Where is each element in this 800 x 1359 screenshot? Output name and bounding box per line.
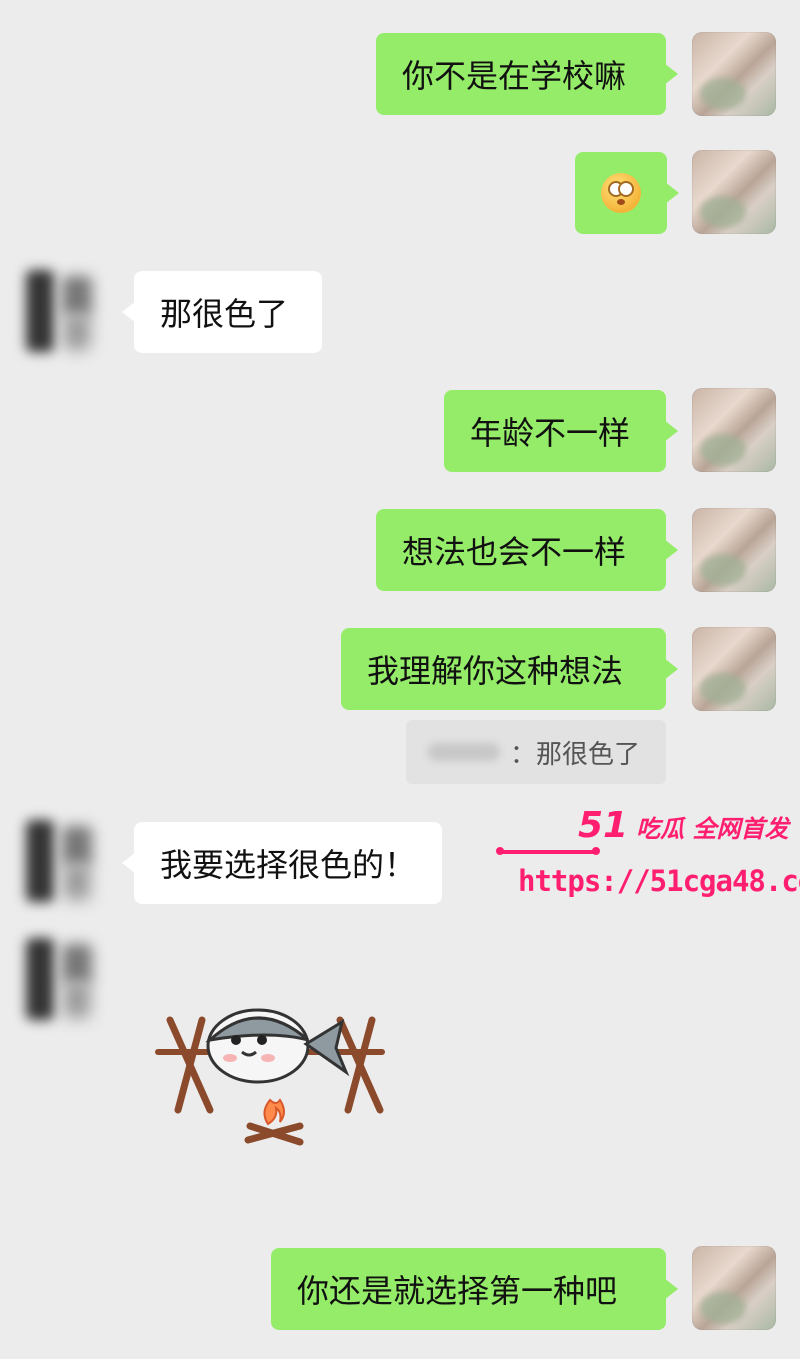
my-avatar[interactable] <box>692 1246 776 1330</box>
contact-avatar[interactable] <box>18 812 102 912</box>
my-avatar[interactable] <box>692 508 776 592</box>
watermark-brand: 51 吃瓜 全网首发 <box>578 806 788 846</box>
my-avatar[interactable] <box>692 627 776 711</box>
watermark-circuit-line <box>496 847 600 855</box>
watermark: 51 吃瓜 全网首发 https://51cga48.com <box>496 806 800 902</box>
flushed-face-icon <box>601 173 641 213</box>
watermark-url: https://51cga48.com <box>518 864 800 898</box>
message-bubble-sent[interactable]: 想法也会不一样 <box>376 509 678 591</box>
message-text: 你还是就选择第一种吧 <box>297 1272 618 1310</box>
message-text: 想法也会不一样 <box>402 533 627 571</box>
quoted-text: ：那很色了 <box>510 739 641 770</box>
my-avatar[interactable] <box>692 388 776 472</box>
contact-avatar[interactable] <box>18 262 102 362</box>
message-text: 你不是在学校嘛 <box>402 57 627 95</box>
roasting-fish-icon <box>155 1008 385 1146</box>
message-bubble-sent[interactable]: 你不是在学校嘛 <box>376 33 678 115</box>
contact-avatar[interactable] <box>18 930 102 1030</box>
message-bubble-sent[interactable]: 我理解你这种想法 <box>341 628 678 710</box>
my-avatar[interactable] <box>692 32 776 116</box>
watermark-number: 51 <box>578 805 629 846</box>
quoted-sender-name <box>428 743 500 761</box>
message-bubble-received[interactable]: 那很色了 <box>122 271 322 353</box>
roasting-fish-sticker[interactable] <box>150 1000 390 1160</box>
message-bubble-sent-emoji[interactable] <box>575 152 679 234</box>
message-bubble-sent[interactable]: 你还是就选择第一种吧 <box>271 1248 678 1330</box>
my-avatar[interactable] <box>692 150 776 234</box>
message-text: 年龄不一样 <box>470 414 631 452</box>
message-bubble-sent[interactable]: 年龄不一样 <box>444 390 678 472</box>
quoted-message[interactable]: ：那很色了 <box>406 720 666 784</box>
message-text: 那很色了 <box>160 295 289 333</box>
message-bubble-received[interactable]: 我要选择很色的！ <box>122 822 442 904</box>
message-text: 我要选择很色的！ <box>160 846 417 884</box>
watermark-tagline: 吃瓜 全网首发 <box>636 815 789 843</box>
message-text: 我理解你这种想法 <box>367 652 624 690</box>
